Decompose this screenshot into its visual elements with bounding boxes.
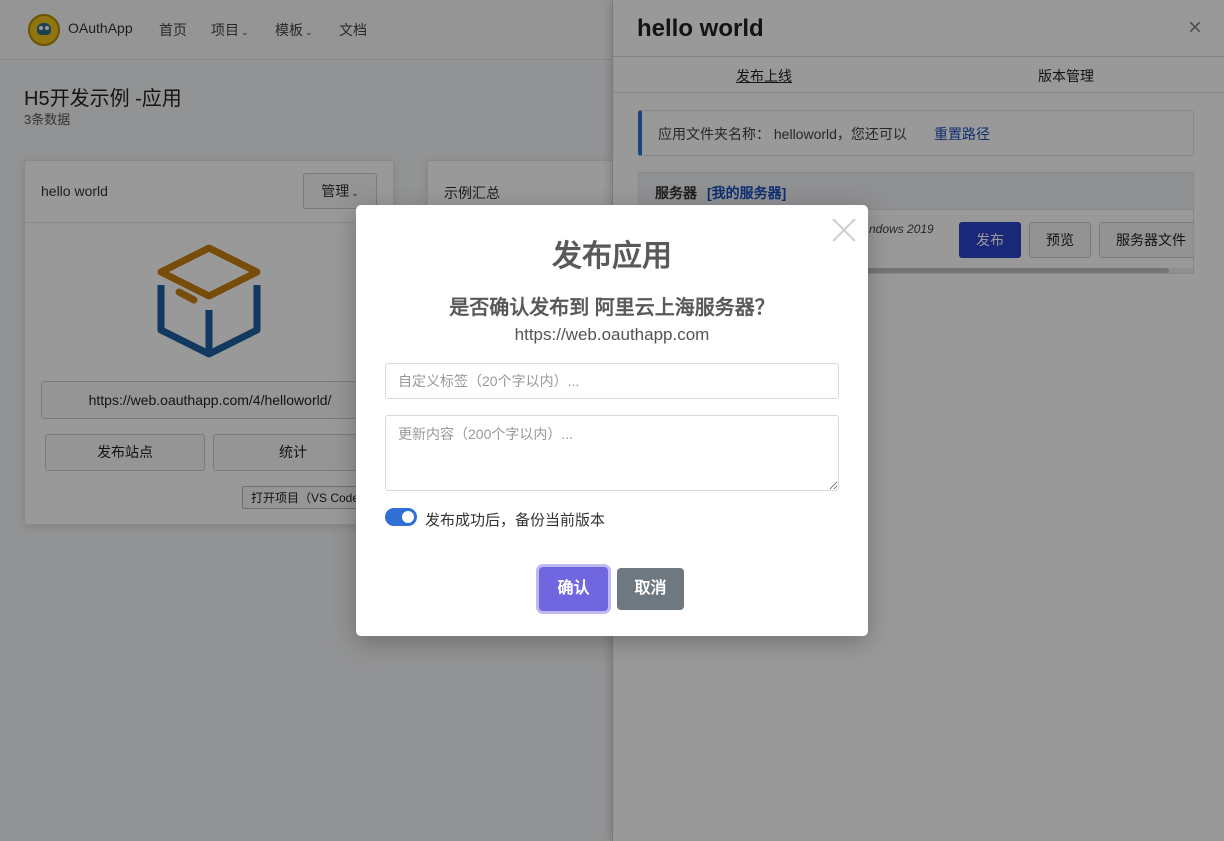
backup-toggle[interactable] (385, 508, 417, 526)
backup-toggle-label[interactable]: 发布成功后，备份当前版本 (425, 509, 605, 530)
dialog-question: 是否确认发布到 阿里云上海服务器？ (449, 297, 775, 319)
publish-app-dialog: 发布应用 是否确认发布到 阿里云上海服务器？ https://web.oauth… (356, 205, 868, 636)
confirm-button[interactable]: 确认 (539, 567, 608, 611)
update-content-textarea[interactable] (385, 415, 839, 491)
custom-tag-input[interactable] (385, 363, 839, 399)
dialog-title: 发布应用 (552, 240, 672, 273)
cancel-button[interactable]: 取消 (617, 568, 684, 610)
toggle-knob (402, 511, 414, 523)
dialog-url: https://web.oauthapp.com (514, 325, 710, 344)
